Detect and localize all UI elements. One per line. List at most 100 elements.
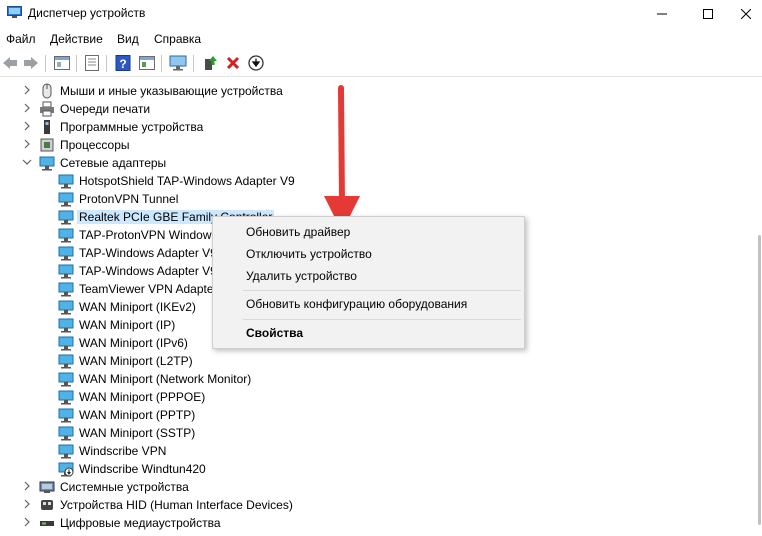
network-adapter-label: Windscribe VPN (79, 444, 167, 458)
back-button[interactable] (0, 53, 20, 73)
network-adapter-item[interactable]: WAN Miniport (PPPOE) (0, 388, 700, 406)
tree-node-media-devices[interactable]: Цифровые медиаустройства (0, 514, 700, 532)
menu-item-properties[interactable]: Свойства (246, 326, 303, 340)
scrollbar-thumb[interactable] (758, 235, 761, 525)
minimize-button[interactable] (640, 0, 684, 28)
network-adapter-label: WAN Miniport (PPTP) (79, 408, 196, 422)
scan-hardware-button[interactable] (168, 53, 188, 73)
menu-bar: Файл Действие Вид Справка (0, 28, 762, 50)
network-adapter-icon (58, 390, 74, 405)
tree-node-system-devices[interactable]: Системные устройства (0, 478, 700, 496)
show-hidden-button[interactable] (82, 53, 102, 73)
delete-device-button[interactable] (223, 53, 243, 73)
menu-item-disable-device[interactable]: Отключить устройство (246, 247, 372, 261)
network-adapter-icon (58, 462, 74, 477)
close-icon (741, 9, 751, 19)
menu-separator (243, 290, 521, 291)
network-adapter-label: TAP-Windows Adapter V9 (79, 246, 217, 260)
network-adapter-icon (58, 426, 74, 441)
network-adapter-label: TAP-Windows Adapter V9 (79, 264, 217, 278)
minimize-icon (657, 13, 667, 15)
printer-icon (40, 101, 54, 117)
chevron-right-icon[interactable] (22, 103, 32, 113)
update-driver-button[interactable] (200, 53, 220, 73)
network-adapter-label: WAN Miniport (SSTP) (79, 426, 196, 440)
mouse-icon (42, 83, 52, 99)
menu-item-uninstall-device[interactable]: Удалить устройство (246, 269, 357, 283)
network-adapter-icon (58, 192, 74, 207)
menu-help[interactable]: Справка (154, 32, 201, 46)
chevron-right-icon[interactable] (22, 121, 32, 131)
chevron-down-icon[interactable] (22, 157, 32, 167)
network-adapter-item[interactable]: WAN Miniport (L2TP) (0, 352, 700, 370)
network-adapter-icon (58, 444, 74, 459)
properties-button[interactable] (52, 53, 72, 73)
tree-node-label: Цифровые медиаустройства (60, 516, 221, 530)
network-adapters-icon (39, 156, 55, 171)
svg-text:?: ? (119, 57, 126, 71)
network-adapter-icon (58, 174, 74, 189)
view-icon (139, 56, 155, 70)
network-adapter-icon (58, 336, 74, 351)
window-title: Диспетчер устройств (28, 6, 146, 20)
tree-node-hid[interactable]: Устройства HID (Human Interface Devices) (0, 496, 700, 514)
menu-view[interactable]: Вид (117, 32, 139, 46)
tree-node-label: Очереди печати (60, 102, 151, 116)
network-adapter-label: TAP-ProtonVPN Windows (79, 228, 218, 242)
chevron-right-icon[interactable] (22, 85, 32, 95)
forward-icon (24, 57, 38, 69)
update-driver-icon (205, 56, 217, 70)
context-menu: Обновить драйвер Отключить устройство Уд… (212, 216, 525, 349)
network-adapter-label: ProtonVPN Tunnel (79, 192, 179, 206)
network-adapter-icon (58, 246, 74, 261)
menu-file[interactable]: Файл (6, 32, 36, 46)
tree-node-label: Программные устройства (60, 120, 204, 134)
forward-button[interactable] (21, 53, 41, 73)
enable-device-button[interactable] (246, 53, 266, 73)
tree-node-label: Системные устройства (60, 480, 189, 494)
delete-icon (226, 56, 240, 70)
tree-node-label: Устройства HID (Human Interface Devices) (60, 498, 293, 512)
properties-icon (54, 56, 70, 70)
download-icon (248, 55, 264, 71)
system-devices-icon (39, 481, 55, 493)
menu-item-scan-hardware[interactable]: Обновить конфигурацию оборудования (246, 297, 467, 311)
menu-action[interactable]: Действие (50, 32, 103, 46)
toolbar: ? (0, 52, 762, 77)
media-device-icon (40, 521, 54, 526)
network-adapter-item[interactable]: Windscribe VPN (0, 442, 700, 460)
tree-node-label: Мыши и иные указывающие устройства (60, 84, 283, 98)
network-adapter-label: WAN Miniport (Network Monitor) (79, 372, 252, 386)
menu-separator (243, 319, 521, 320)
chevron-right-icon[interactable] (22, 499, 32, 509)
title-bar: Диспетчер устройств (0, 0, 762, 28)
close-button[interactable] (730, 0, 762, 28)
chevron-right-icon[interactable] (22, 139, 32, 149)
network-adapter-item[interactable]: Windscribe Windtun420 (0, 460, 700, 478)
chevron-right-icon[interactable] (22, 517, 32, 527)
network-adapter-icon (58, 210, 74, 225)
device-manager-window: Диспетчер устройств Файл Действие Вид Сп… (0, 0, 762, 536)
network-adapter-label: TeamViewer VPN Adapter (79, 282, 218, 296)
network-adapter-icon (58, 228, 74, 243)
network-adapter-item[interactable]: WAN Miniport (SSTP) (0, 424, 700, 442)
maximize-button[interactable] (686, 0, 730, 28)
network-adapter-item[interactable]: WAN Miniport (PPTP) (0, 406, 700, 424)
network-adapter-icon (58, 408, 74, 423)
red-arrow-annotation (324, 85, 360, 232)
menu-item-update-driver[interactable]: Обновить драйвер (246, 225, 350, 239)
device-manager-app-icon (7, 6, 22, 18)
view-button[interactable] (137, 53, 157, 73)
maximize-icon (703, 9, 713, 19)
chevron-right-icon[interactable] (22, 481, 32, 491)
tree-node-label: Сетевые адаптеры (60, 156, 167, 170)
network-adapter-icon (58, 300, 74, 315)
help-button[interactable]: ? (113, 53, 133, 73)
network-adapter-label: Windscribe Windtun420 (79, 462, 206, 476)
cpu-icon (40, 138, 54, 152)
hid-icon (41, 500, 53, 510)
network-adapter-icon (58, 282, 74, 297)
software-device-icon (44, 120, 50, 134)
network-adapter-item[interactable]: WAN Miniport (Network Monitor) (0, 370, 700, 388)
network-adapter-label: WAN Miniport (IKEv2) (79, 300, 196, 314)
